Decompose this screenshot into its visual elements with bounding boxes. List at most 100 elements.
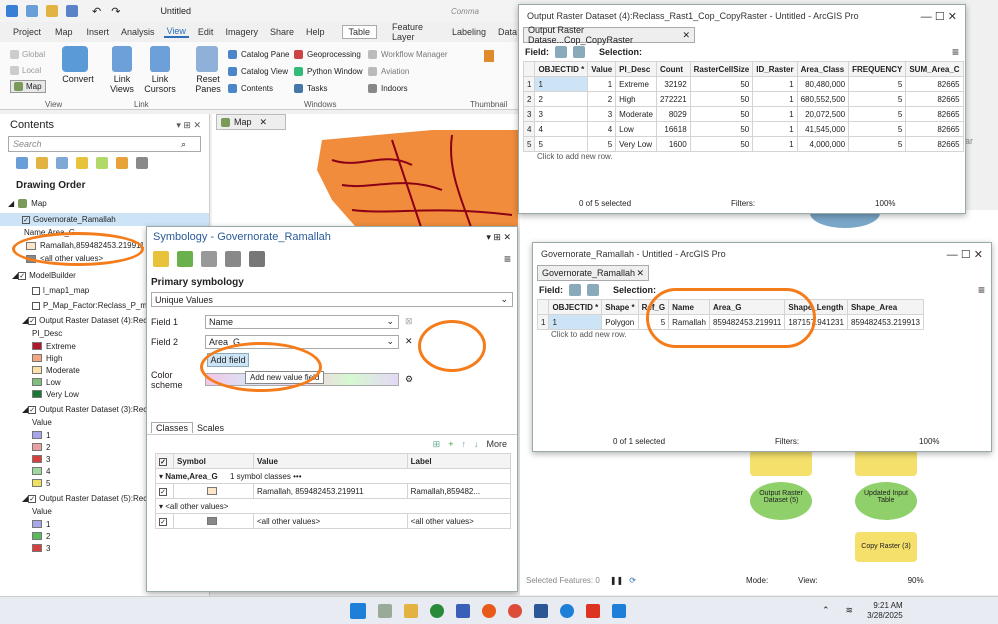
- gov-col-header[interactable]: Shape *: [601, 299, 639, 315]
- undo-icon[interactable]: ↶: [92, 5, 101, 18]
- raster-cell[interactable]: 82665: [905, 91, 964, 107]
- tasks-button[interactable]: Tasks: [294, 82, 374, 95]
- gov-cell[interactable]: 1: [548, 314, 603, 330]
- convert-button[interactable]: Convert: [58, 74, 98, 84]
- raster-cell[interactable]: 3: [534, 106, 589, 122]
- list-by-editing-icon[interactable]: [76, 157, 88, 169]
- raster-table-tab[interactable]: Output Raster Datase...Cop_CopyRaster ✕: [523, 25, 695, 45]
- raster-col-header[interactable]: Count: [655, 61, 691, 77]
- raster-cell[interactable]: 3: [587, 106, 617, 122]
- raster-cell[interactable]: 4,000,000: [796, 136, 850, 152]
- field1-select[interactable]: Name ⌄: [205, 314, 399, 329]
- wifi-icon[interactable]: ≋: [846, 605, 854, 616]
- raster-menu-icon[interactable]: ≡: [952, 45, 959, 59]
- raster-cell[interactable]: Moderate: [615, 106, 657, 122]
- raster-cell[interactable]: Low: [615, 121, 657, 137]
- tab-classes[interactable]: Classes: [151, 422, 194, 433]
- indoors-button[interactable]: Indoors: [368, 82, 458, 95]
- raster-cell[interactable]: Very Low: [615, 136, 657, 152]
- tab-table[interactable]: Table: [341, 25, 378, 39]
- raster-cell[interactable]: 1: [752, 76, 798, 92]
- move-down-icon[interactable]: ↓: [474, 439, 479, 449]
- tab-data[interactable]: Data: [495, 27, 520, 37]
- raster-col-header[interactable]: Value: [587, 61, 617, 77]
- pause-icon[interactable]: ❚❚: [610, 576, 623, 585]
- model-node-updated-input-table[interactable]: Updated Input Table: [855, 482, 917, 520]
- raster-cell[interactable]: 5: [848, 121, 907, 137]
- map-canvas[interactable]: [212, 130, 518, 234]
- raster-cell[interactable]: 1600: [655, 136, 691, 152]
- arcgis-pro-icon[interactable]: [560, 603, 574, 618]
- table-row[interactable]: 4 4 4 Low 16618 50 1 41,545,000 5 82665: [522, 121, 964, 137]
- reset-panes-button[interactable]: Reset Panes: [190, 74, 226, 94]
- table-row[interactable]: 5 5 5 Very Low 1600 50 1 4,000,000 5 82665: [522, 136, 964, 152]
- raster-cell[interactable]: 1: [752, 91, 798, 107]
- raster-cell[interactable]: 82665: [905, 106, 964, 122]
- taskbar-app-3-icon[interactable]: [456, 603, 470, 618]
- raster-cell[interactable]: 2: [587, 91, 617, 107]
- other-group-row[interactable]: ▾ <all other values>: [155, 498, 511, 514]
- raster-cell[interactable]: 1: [752, 121, 798, 137]
- raster-cell[interactable]: 50: [689, 136, 754, 152]
- geoprocessing-button[interactable]: Geoprocessing: [294, 48, 374, 61]
- tab-project[interactable]: Project: [10, 27, 44, 37]
- remove-field2-icon[interactable]: ✕: [405, 336, 413, 347]
- link-views-icon[interactable]: [112, 46, 132, 72]
- list-by-perspective-icon[interactable]: [136, 157, 148, 169]
- raster-col-header[interactable]: RasterCellSize: [689, 61, 754, 77]
- symbology-close-icon[interactable]: ▾ ⊞ ✕: [486, 232, 511, 243]
- gov-col-header[interactable]: OBJECTID *: [548, 299, 603, 315]
- file-explorer-icon[interactable]: [404, 603, 418, 618]
- convert-icon[interactable]: [62, 46, 88, 72]
- tray-chevron-icon[interactable]: ⌃: [822, 605, 830, 616]
- symbology-menu-icon[interactable]: ≡: [504, 252, 511, 266]
- raster-cell[interactable]: 50: [689, 106, 754, 122]
- taskbar-app-1-icon[interactable]: [378, 603, 392, 618]
- add-unlisted-icon[interactable]: +: [448, 439, 453, 449]
- contents-search-input[interactable]: Search: [13, 139, 42, 149]
- workflow-manager-button[interactable]: Workflow Manager: [368, 48, 458, 61]
- display-filters-icon[interactable]: [225, 251, 241, 267]
- raster-cell[interactable]: 1: [587, 76, 617, 92]
- raster-cell[interactable]: 5: [534, 136, 589, 152]
- remove-field1-icon[interactable]: ⊠: [405, 316, 413, 327]
- chrome-icon[interactable]: [508, 603, 522, 618]
- gov-cell[interactable]: 859482453.219913: [846, 314, 924, 330]
- raster-window-controls[interactable]: — ☐ ✕: [921, 10, 957, 23]
- thumbnail-icon[interactable]: [484, 50, 494, 62]
- taskbar-time[interactable]: 9:21 AM: [867, 601, 902, 611]
- list-by-selection-icon[interactable]: [56, 157, 68, 169]
- gov-zoom[interactable]: 100%: [919, 437, 939, 446]
- start-icon[interactable]: [350, 602, 366, 619]
- vary-symbology-icon[interactable]: [177, 251, 193, 267]
- model-node-copy-raster-3[interactable]: Copy Raster (3): [855, 532, 917, 562]
- raster-cell[interactable]: 5: [848, 76, 907, 92]
- tree-governorate-layer[interactable]: ✓ Governorate_Ramallah: [0, 213, 209, 226]
- raster-cell[interactable]: 20,072,500: [796, 106, 850, 122]
- gov-cell[interactable]: Polygon: [601, 314, 639, 330]
- gov-window-controls[interactable]: — ☐ ✕: [947, 248, 983, 261]
- raster-col-header[interactable]: ID_Raster: [752, 61, 798, 77]
- raster-cell[interactable]: 50: [689, 76, 754, 92]
- raster-cell[interactable]: 1: [752, 106, 798, 122]
- raster-col-header[interactable]: OBJECTID *: [534, 61, 589, 77]
- new-project-icon[interactable]: [26, 5, 38, 17]
- open-folder-icon[interactable]: [46, 5, 58, 17]
- symbol-layer-drawing-icon[interactable]: [201, 251, 217, 267]
- list-by-snapping-icon[interactable]: [96, 157, 108, 169]
- tab-insert[interactable]: Insert: [84, 27, 113, 37]
- tab-share[interactable]: Share: [267, 27, 297, 37]
- link-cursors-button[interactable]: Link Cursors: [142, 74, 178, 94]
- gov-add-field-icon[interactable]: [569, 284, 581, 296]
- raster-cell[interactable]: 82665: [905, 136, 964, 152]
- save-icon[interactable]: [66, 5, 78, 17]
- link-cursors-icon[interactable]: [150, 46, 170, 72]
- raster-cell[interactable]: 82665: [905, 76, 964, 92]
- more-menu[interactable]: More: [486, 439, 507, 449]
- raster-col-header[interactable]: FREQUENCY: [848, 61, 907, 77]
- firefox-icon[interactable]: [482, 603, 496, 618]
- raster-cell[interactable]: 80,480,000: [796, 76, 850, 92]
- tab-view[interactable]: View: [163, 26, 189, 38]
- raster-cell[interactable]: 4: [587, 121, 617, 137]
- raster-calc-field-icon[interactable]: [573, 46, 585, 58]
